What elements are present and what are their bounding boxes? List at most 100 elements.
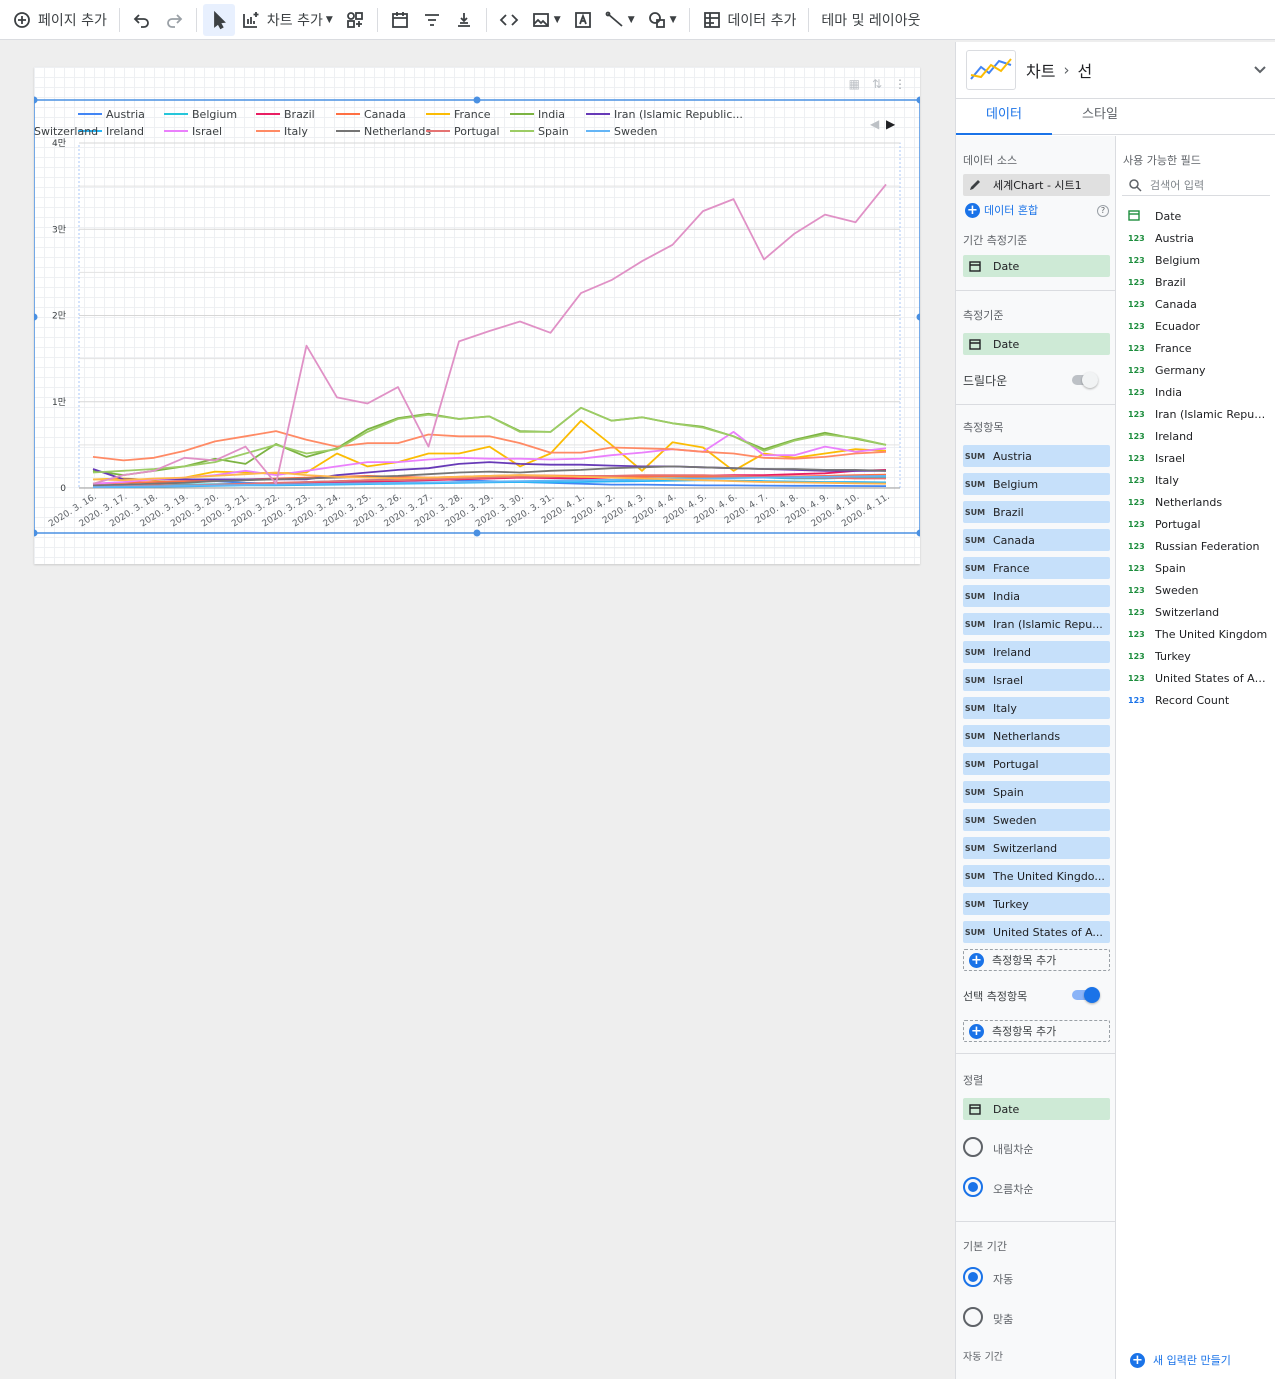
metric-pill[interactable]: SUM Turkey — [963, 893, 1110, 915]
metric-pill[interactable]: SUM Sweden — [963, 809, 1110, 831]
field-item[interactable]: 123 Ecuador — [1122, 315, 1272, 337]
field-item[interactable]: 123 Italy — [1122, 469, 1272, 491]
shape-button[interactable]: ▼ — [641, 4, 683, 36]
embed-button[interactable] — [493, 4, 525, 36]
filter-button[interactable] — [416, 4, 448, 36]
metric-pill[interactable]: SUM Spain — [963, 781, 1110, 803]
optional-metrics-toggle[interactable] — [1072, 987, 1100, 1003]
resize-handle — [34, 96, 38, 104]
field-item[interactable]: 123 Netherlands — [1122, 491, 1272, 513]
field-item[interactable]: 123 Ireland — [1122, 425, 1272, 447]
tab-style[interactable]: 스타일 — [1052, 99, 1148, 135]
drilldown-label: 드릴다운 — [963, 374, 1008, 388]
undo-button[interactable] — [126, 4, 158, 36]
pencil-icon[interactable] — [963, 178, 987, 192]
metric-pill[interactable]: SUM Switzerland — [963, 837, 1110, 859]
datasource-pill[interactable]: 세계Chart - 시트1 — [963, 174, 1110, 196]
calendar-icon — [963, 1103, 987, 1115]
add-metric-button[interactable]: + 측정항목 추가 — [963, 949, 1110, 971]
legend-label: Italy — [284, 125, 308, 138]
metric-pill[interactable]: SUM Ireland — [963, 641, 1110, 663]
tab-data[interactable]: 데이터 — [956, 99, 1052, 135]
select-tool-button[interactable] — [202, 3, 235, 36]
metric-name: Belgium — [993, 477, 1039, 491]
line-button[interactable]: ▼ — [599, 4, 641, 36]
redo-button[interactable] — [158, 4, 190, 36]
field-item[interactable]: 123 Sweden — [1122, 579, 1272, 601]
add-chart-button[interactable]: 차트 추가 ▼ — [235, 4, 339, 36]
resize-handle — [34, 313, 38, 321]
metric-pill[interactable]: SUM Netherlands — [963, 725, 1110, 747]
metric-pill[interactable]: SUM Portugal — [963, 753, 1110, 775]
metric-pill[interactable]: SUM Austria — [963, 445, 1110, 467]
field-item[interactable]: 123 The United Kingdom — [1122, 623, 1272, 645]
date-range-button[interactable] — [384, 4, 416, 36]
metric-pill[interactable]: SUM Canada — [963, 529, 1110, 551]
legend-label: Brazil — [284, 108, 315, 121]
field-item[interactable]: 123 Portugal — [1122, 513, 1272, 535]
add-control-button[interactable] — [339, 4, 371, 36]
field-item[interactable]: 123 Russian Federation — [1122, 535, 1272, 557]
sort-desc-radio[interactable] — [963, 1137, 983, 1157]
field-item[interactable]: 123 France — [1122, 337, 1272, 359]
section-divider — [956, 1053, 1116, 1054]
sort-asc-radio[interactable] — [963, 1177, 983, 1197]
field-item[interactable]: 123 Iran (Islamic Republic ... — [1122, 403, 1272, 425]
add-page-button[interactable]: 페이지 추가 — [6, 4, 113, 36]
available-fields-title: 사용 가능한 필드 — [1123, 154, 1201, 167]
field-item-record-count[interactable]: 123 Record Count — [1122, 689, 1272, 711]
metric-pill[interactable]: SUM Israel — [963, 669, 1110, 691]
add-optional-metric-button[interactable]: + 측정항목 추가 — [963, 1020, 1110, 1042]
date-range-dimension-pill[interactable]: Date — [963, 255, 1110, 277]
field-item[interactable]: 123 Israel — [1122, 447, 1272, 469]
sort-field-pill[interactable]: Date — [963, 1098, 1110, 1120]
sum-aggregation-tag: SUM — [964, 703, 986, 713]
field-item[interactable]: 123 Belgium — [1122, 249, 1272, 271]
add-circle-icon: + — [965, 202, 980, 218]
number-type-icon: 123 — [1128, 585, 1145, 595]
field-item[interactable]: 123 Austria — [1122, 227, 1272, 249]
data-control-button[interactable] — [448, 4, 480, 36]
field-item[interactable]: 123 Switzerland — [1122, 601, 1272, 623]
create-field-button[interactable]: + 새 입력란 만들기 — [1125, 1352, 1231, 1368]
help-icon[interactable]: ? — [1097, 205, 1109, 217]
field-item[interactable]: 123 Canada — [1122, 293, 1272, 315]
metric-pill[interactable]: SUM Belgium — [963, 473, 1110, 495]
metric-pill[interactable]: SUM India — [963, 585, 1110, 607]
field-item-date[interactable]: Date — [1122, 205, 1272, 227]
metric-pill[interactable]: SUM Brazil — [963, 501, 1110, 523]
field-search[interactable]: 검색어 입력 — [1122, 174, 1270, 196]
number-type-icon: 123 — [1128, 233, 1145, 243]
metric-pill[interactable]: SUM Iran (Islamic Repu... — [963, 613, 1110, 635]
blend-data-button[interactable]: + 데이터 혼합 — [960, 202, 1038, 218]
dimension-pill[interactable]: Date — [963, 333, 1110, 355]
date-range-dimension-title: 기간 측정기준 — [963, 234, 1028, 247]
toolbar-divider — [688, 7, 690, 32]
y-tick-label: 3만 — [52, 224, 66, 235]
metric-name: Netherlands — [993, 729, 1061, 743]
theme-layout-button[interactable]: 테마 및 레이아웃 — [815, 4, 926, 36]
field-item[interactable]: 123 Spain — [1122, 557, 1272, 579]
range-custom-radio[interactable] — [963, 1307, 983, 1327]
report-canvas[interactable]: ▦ ⇅ ⋮ 0 1만 2만 3만 4만 2020. 3. 16. 2020. 3. 17. 2… — [34, 67, 920, 564]
number-type-icon: 123 — [1128, 563, 1145, 573]
field-item[interactable]: 123 India — [1122, 381, 1272, 403]
line-chart[interactable]: 01만2만3만4만2020. 3. 16.2020. 3. 17.2020. 3… — [34, 67, 920, 564]
image-button[interactable]: ▼ — [525, 4, 567, 36]
field-item[interactable]: 123 Turkey — [1122, 645, 1272, 667]
field-item[interactable]: 123 Brazil — [1122, 271, 1272, 293]
add-data-button[interactable]: 데이터 추가 — [696, 4, 803, 36]
dropdown-caret-icon: ▼ — [627, 14, 635, 25]
text-button[interactable] — [567, 4, 599, 36]
metric-pill[interactable]: SUM Italy — [963, 697, 1110, 719]
field-item[interactable]: 123 United States of Amer... — [1122, 667, 1272, 689]
legend-label: Sweden — [614, 125, 657, 138]
line-chart-type-icon[interactable] — [966, 50, 1016, 90]
field-item[interactable]: 123 Germany — [1122, 359, 1272, 381]
drilldown-toggle[interactable] — [1072, 372, 1098, 388]
metric-pill[interactable]: SUM France — [963, 557, 1110, 579]
range-auto-radio[interactable] — [963, 1267, 983, 1287]
metric-pill[interactable]: SUM The United Kingdo... — [963, 865, 1110, 887]
metric-pill[interactable]: SUM United States of A... — [963, 921, 1110, 943]
chevron-down-icon[interactable] — [1252, 62, 1268, 78]
